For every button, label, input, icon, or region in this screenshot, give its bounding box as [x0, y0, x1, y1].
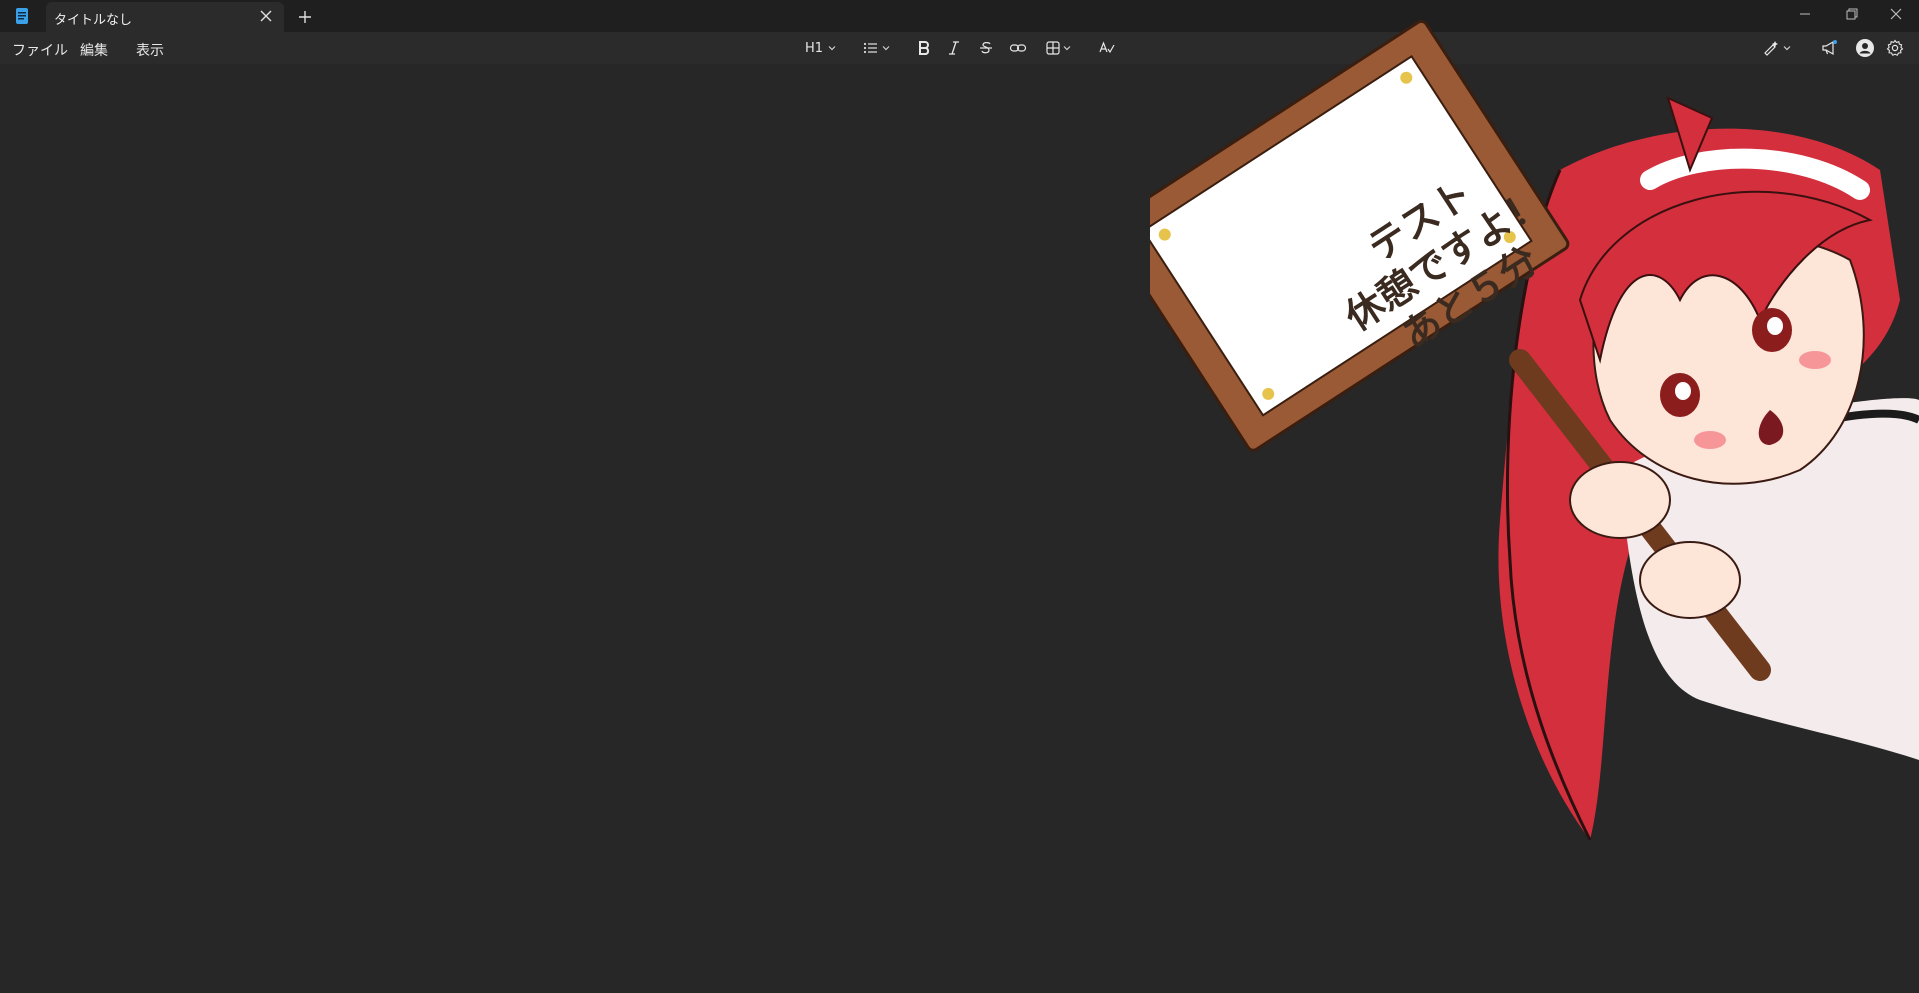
heading-label: H1	[805, 40, 824, 56]
add-tab-icon[interactable]	[296, 8, 314, 26]
table-dropdown[interactable]	[1045, 37, 1073, 59]
spellcheck-button[interactable]	[1098, 37, 1116, 59]
character-illustration	[1150, 19, 1919, 841]
chevron-down-icon	[828, 46, 836, 51]
bold-button[interactable]	[916, 37, 932, 59]
italic-button[interactable]	[946, 37, 962, 59]
menu-edit[interactable]: 編集	[80, 40, 108, 60]
table-icon	[1046, 41, 1060, 55]
menu-view[interactable]: 表示	[136, 40, 164, 60]
notepad-app-icon	[16, 8, 28, 24]
link-icon	[1009, 44, 1027, 52]
list-dropdown[interactable]	[862, 37, 892, 59]
tab-title: タイトルなし	[54, 13, 133, 28]
chevron-down-icon	[1063, 46, 1071, 51]
tab-document[interactable]: タイトルなし	[46, 2, 284, 32]
strikethrough-icon	[980, 42, 992, 54]
strikethrough-button[interactable]	[978, 37, 994, 59]
bold-icon	[919, 41, 930, 55]
menu-file[interactable]: ファイル	[12, 40, 68, 60]
chevron-down-icon	[882, 46, 890, 51]
close-icon[interactable]	[258, 8, 274, 24]
heading-dropdown[interactable]: H1	[805, 37, 837, 59]
link-button[interactable]	[1009, 37, 1027, 59]
italic-icon	[949, 41, 959, 55]
spellcheck-icon	[1099, 41, 1115, 54]
list-icon	[863, 42, 877, 54]
